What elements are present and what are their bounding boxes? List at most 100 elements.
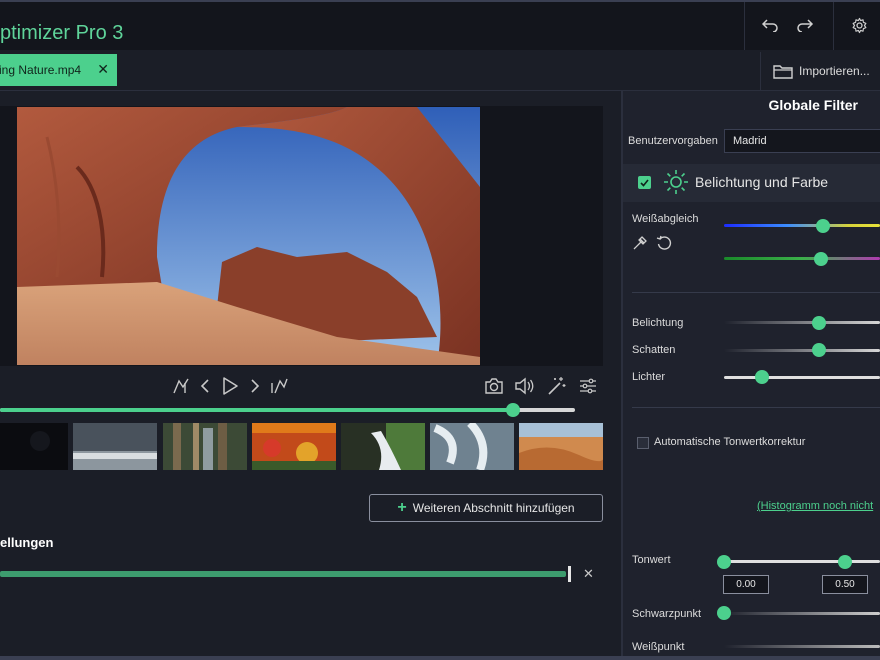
tone-min-input[interactable]: 0.00 — [723, 575, 769, 594]
add-section-label: Weiteren Abschnitt hinzufügen — [412, 501, 575, 515]
adjustments-button[interactable] — [576, 374, 600, 398]
black-point-label: Schwarzpunkt — [632, 608, 702, 620]
exposure-slider-knob[interactable] — [812, 316, 826, 330]
tint-slider-knob[interactable] — [814, 252, 828, 266]
section-enable-checkbox[interactable] — [638, 176, 651, 189]
checkmark-icon — [640, 178, 649, 187]
settings-button[interactable] — [844, 10, 874, 40]
thumbnail-frame[interactable] — [341, 423, 425, 470]
thumbnail-frame[interactable] — [163, 423, 247, 470]
divider — [632, 292, 880, 293]
thumbnail-frame[interactable] — [252, 423, 336, 470]
title-bar — [0, 0, 880, 50]
tone-mid-knob[interactable] — [838, 555, 852, 569]
eyedropper-icon — [633, 236, 647, 250]
presets-label: Benutzervorgaben — [628, 135, 718, 147]
thumbnail-image — [0, 423, 68, 470]
tint-slider-track[interactable] — [724, 257, 880, 260]
set-marker-in-button[interactable] — [169, 374, 193, 398]
redo-button[interactable] — [790, 10, 820, 40]
marker-out-icon — [271, 378, 288, 394]
redo-icon — [797, 19, 814, 32]
chevron-right-icon — [251, 379, 260, 393]
thumbnail-image — [341, 423, 425, 470]
shadows-label: Schatten — [632, 344, 676, 356]
thumbnail-image — [163, 423, 247, 470]
reset-button[interactable] — [656, 235, 673, 255]
close-icon[interactable]: ✕ — [583, 566, 594, 582]
white-point-label: Weißpunkt — [632, 641, 685, 653]
eyedropper-button[interactable] — [632, 235, 648, 254]
undo-button[interactable] — [755, 10, 785, 40]
white-balance-label: Weißabgleich — [632, 213, 699, 225]
section-range-bar[interactable] — [0, 571, 566, 577]
section-end-handle[interactable] — [568, 566, 571, 582]
auto-tone-checkbox[interactable] — [637, 437, 649, 449]
black-point-slider-knob[interactable] — [717, 606, 731, 620]
magic-wand-icon — [548, 377, 566, 395]
tone-slider-track[interactable] — [724, 560, 880, 563]
sun-icon — [663, 169, 689, 198]
tab-file-label: ing Nature.mp4 — [0, 63, 82, 77]
thumbnail-frame[interactable] — [73, 423, 157, 470]
import-button[interactable]: Importieren... — [760, 52, 880, 90]
volume-icon — [515, 377, 534, 395]
shadows-slider-knob[interactable] — [812, 343, 826, 357]
tab-bar — [0, 50, 880, 91]
divider — [632, 407, 880, 408]
next-frame-button[interactable] — [243, 374, 267, 398]
section-settings-heading: ellungen — [0, 535, 54, 550]
highlights-slider-knob[interactable] — [755, 370, 769, 384]
tab-file[interactable]: ing Nature.mp4 ✕ — [0, 54, 117, 86]
tone-mid-input[interactable]: 0.50 — [822, 575, 868, 594]
play-button[interactable] — [218, 374, 242, 398]
plus-icon: + — [397, 499, 407, 516]
section-title: Belichtung und Farbe — [695, 174, 829, 190]
camera-icon — [485, 378, 503, 394]
thumbnail-image — [252, 423, 336, 470]
snapshot-button[interactable] — [482, 374, 506, 398]
close-icon[interactable]: ✕ — [97, 61, 109, 78]
set-marker-out-button[interactable] — [267, 374, 291, 398]
temperature-slider-knob[interactable] — [816, 219, 830, 233]
thumbnail-image — [73, 423, 157, 470]
toolbar-divider — [744, 2, 745, 50]
play-icon — [223, 377, 238, 395]
previous-frame-button[interactable] — [193, 374, 217, 398]
thumbnail-image — [519, 423, 603, 470]
import-label: Importieren... — [799, 64, 870, 78]
histogram-link[interactable]: (Histogramm noch nicht — [757, 500, 873, 512]
timeline-progress — [0, 408, 514, 412]
highlights-label: Lichter — [632, 371, 666, 383]
timeline-playhead[interactable] — [506, 403, 521, 417]
tone-min-knob[interactable] — [717, 555, 731, 569]
thumbnail-frame[interactable] — [519, 423, 603, 470]
chevron-left-icon — [200, 379, 209, 393]
app-title: ptimizer Pro 3 — [0, 22, 124, 44]
thumbnail-frame[interactable] — [0, 423, 68, 470]
video-preview[interactable] — [17, 107, 480, 365]
temperature-slider-track[interactable] — [724, 224, 880, 227]
white-point-slider-track[interactable] — [724, 645, 880, 648]
window-bottom-border — [0, 656, 880, 660]
folder-icon — [773, 65, 793, 79]
undo-icon — [761, 19, 778, 32]
exposure-slider-track[interactable] — [724, 321, 880, 324]
tone-label: Tonwert — [632, 554, 671, 566]
thumbnail-frame[interactable] — [430, 423, 514, 470]
add-section-button[interactable]: + Weiteren Abschnitt hinzufügen — [369, 494, 603, 522]
thumbnail-image — [430, 423, 514, 470]
black-point-slider-track[interactable] — [724, 612, 880, 615]
video-frame-image — [17, 107, 480, 365]
highlights-slider-track[interactable] — [724, 376, 880, 379]
marker-in-icon — [173, 378, 189, 394]
auto-tone-label: Automatische Tonwertkorrektur — [654, 436, 806, 448]
reset-icon — [656, 235, 672, 250]
exposure-label: Belichtung — [632, 317, 684, 329]
presets-dropdown[interactable]: Madrid — [724, 129, 880, 153]
panel-title: Globale Filter — [768, 97, 858, 113]
auto-enhance-button[interactable] — [545, 374, 569, 398]
volume-button[interactable] — [513, 374, 537, 398]
shadows-slider-track[interactable] — [724, 349, 880, 352]
toolbar-divider — [833, 2, 834, 50]
